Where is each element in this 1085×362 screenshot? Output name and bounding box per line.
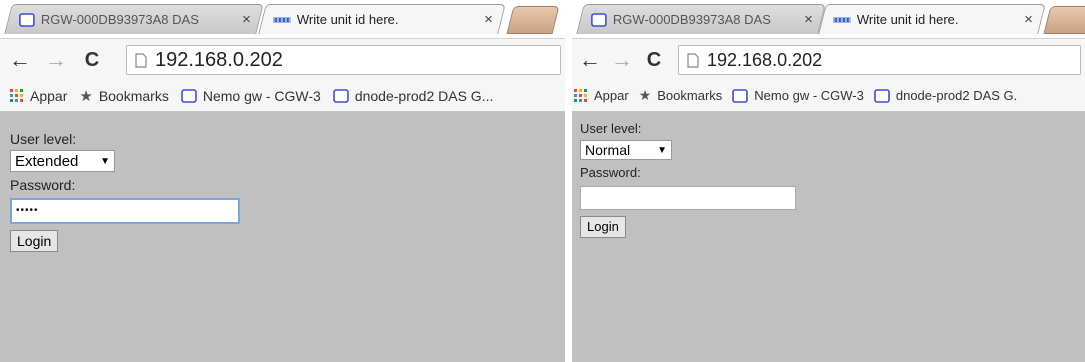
- bookmarks-bar: Appar ★ Bookmarks Nemo gw - CGW-3 dnode-…: [572, 80, 1085, 112]
- selected-value: Extended: [15, 152, 79, 170]
- user-level-select[interactable]: Extended ▼: [10, 150, 115, 172]
- tab-title: Write unit id here.: [856, 12, 959, 27]
- bookmarks-bar: Appar ★ Bookmarks Nemo gw - CGW-3 dnode-…: [0, 80, 565, 112]
- selected-value: Normal: [585, 142, 631, 158]
- page-icon: [687, 52, 699, 68]
- tab-write-unit-id[interactable]: Write unit id here. ×: [818, 4, 1046, 34]
- bookmark-bookmarks[interactable]: ★ Bookmarks: [639, 87, 723, 104]
- tab-title: Write unit id here.: [296, 12, 399, 27]
- tab-rgw[interactable]: RGW-000DB93973A8 DAS ×: [576, 4, 826, 34]
- page-icon: [591, 12, 607, 27]
- close-icon[interactable]: ×: [1024, 11, 1033, 28]
- bookmark-bookmarks[interactable]: ★ Bookmarks: [79, 87, 168, 105]
- page-icon: [333, 88, 349, 103]
- browser-window-left: RGW-000DB93973A8 DAS × Write unit id her…: [0, 0, 565, 362]
- page-icon: [135, 52, 147, 68]
- bookmark-nemo[interactable]: Nemo gw - CGW-3: [732, 88, 864, 103]
- close-icon[interactable]: ×: [804, 11, 813, 28]
- apps-grid-icon: [10, 88, 24, 103]
- bookmark-label: dnode-prod2 DAS G...: [354, 87, 494, 104]
- page-icon: [732, 88, 749, 103]
- new-tab-button[interactable]: [506, 6, 560, 34]
- bookmark-dnode[interactable]: dnode-prod2 DAS G.: [874, 88, 1017, 103]
- tab-strip: RGW-000DB93973A8 DAS × Write unit id her…: [572, 0, 1085, 38]
- bookmark-dnode[interactable]: dnode-prod2 DAS G...: [333, 87, 494, 104]
- password-label: Password:: [10, 177, 76, 193]
- address-bar[interactable]: 192.168.0.202: [678, 45, 1081, 75]
- page-icon: [19, 12, 35, 27]
- dropdown-arrow-icon: ▼: [657, 144, 667, 156]
- dropdown-arrow-icon: ▼: [100, 155, 110, 167]
- apps-grid-icon: [574, 88, 588, 103]
- bookmark-label: Appar: [30, 87, 68, 104]
- bookmark-apps[interactable]: Appar: [10, 88, 67, 104]
- toolbar: ← → C 192.168.0.202: [0, 38, 565, 80]
- tab-strip: RGW-000DB93973A8 DAS × Write unit id her…: [0, 0, 565, 38]
- user-level-label: User level:: [580, 121, 642, 136]
- bookmark-label: dnode-prod2 DAS G.: [895, 88, 1018, 103]
- back-icon[interactable]: ←: [8, 48, 32, 71]
- tab-write-unit-id[interactable]: Write unit id here. ×: [258, 4, 506, 34]
- browser-window-right: RGW-000DB93973A8 DAS × Write unit id her…: [572, 0, 1085, 362]
- login-button[interactable]: Login: [10, 230, 59, 252]
- star-icon: ★: [79, 87, 93, 105]
- site-favicon-icon: [272, 15, 291, 25]
- page-icon: [874, 88, 890, 103]
- bookmark-label: Appar: [594, 88, 629, 103]
- site-favicon-icon: [832, 15, 851, 25]
- url-text: 192.168.0.202: [155, 48, 283, 71]
- toolbar: ← → C 192.168.0.202: [572, 38, 1085, 80]
- page-icon: [181, 88, 197, 103]
- bookmark-label: Bookmarks: [657, 88, 723, 103]
- forward-icon[interactable]: →: [610, 48, 634, 71]
- user-level-select[interactable]: Normal ▼: [580, 140, 672, 160]
- bookmark-label: Nemo gw - CGW-3: [754, 88, 864, 103]
- reload-icon[interactable]: C: [80, 50, 104, 70]
- star-icon: ★: [638, 87, 652, 103]
- bookmark-apps[interactable]: Appar: [574, 88, 629, 103]
- reload-icon[interactable]: C: [642, 50, 666, 70]
- password-field[interactable]: •••••: [10, 198, 240, 224]
- login-button[interactable]: Login: [580, 216, 626, 238]
- tab-rgw[interactable]: RGW-000DB93973A8 DAS ×: [4, 4, 264, 34]
- password-field[interactable]: [580, 186, 796, 210]
- new-tab-button[interactable]: [1043, 6, 1085, 34]
- close-icon[interactable]: ×: [484, 11, 493, 28]
- forward-icon[interactable]: →: [44, 48, 68, 71]
- password-label: Password:: [580, 165, 641, 180]
- page-content: User level: Normal ▼ Password: Login: [572, 112, 1085, 362]
- bookmark-nemo[interactable]: Nemo gw - CGW-3: [181, 88, 321, 104]
- close-icon[interactable]: ×: [242, 11, 251, 28]
- tab-title: RGW-000DB93973A8 DAS: [612, 12, 771, 27]
- back-icon[interactable]: ←: [578, 48, 602, 71]
- bookmark-label: Bookmarks: [98, 87, 169, 104]
- bookmark-label: Nemo gw - CGW-3: [202, 87, 321, 104]
- user-level-label: User level:: [10, 131, 77, 147]
- page-content: User level: Extended ▼ Password: ••••• L…: [0, 112, 565, 362]
- address-bar[interactable]: 192.168.0.202: [126, 45, 561, 75]
- tab-title: RGW-000DB93973A8 DAS: [40, 12, 199, 27]
- url-text: 192.168.0.202: [707, 49, 823, 70]
